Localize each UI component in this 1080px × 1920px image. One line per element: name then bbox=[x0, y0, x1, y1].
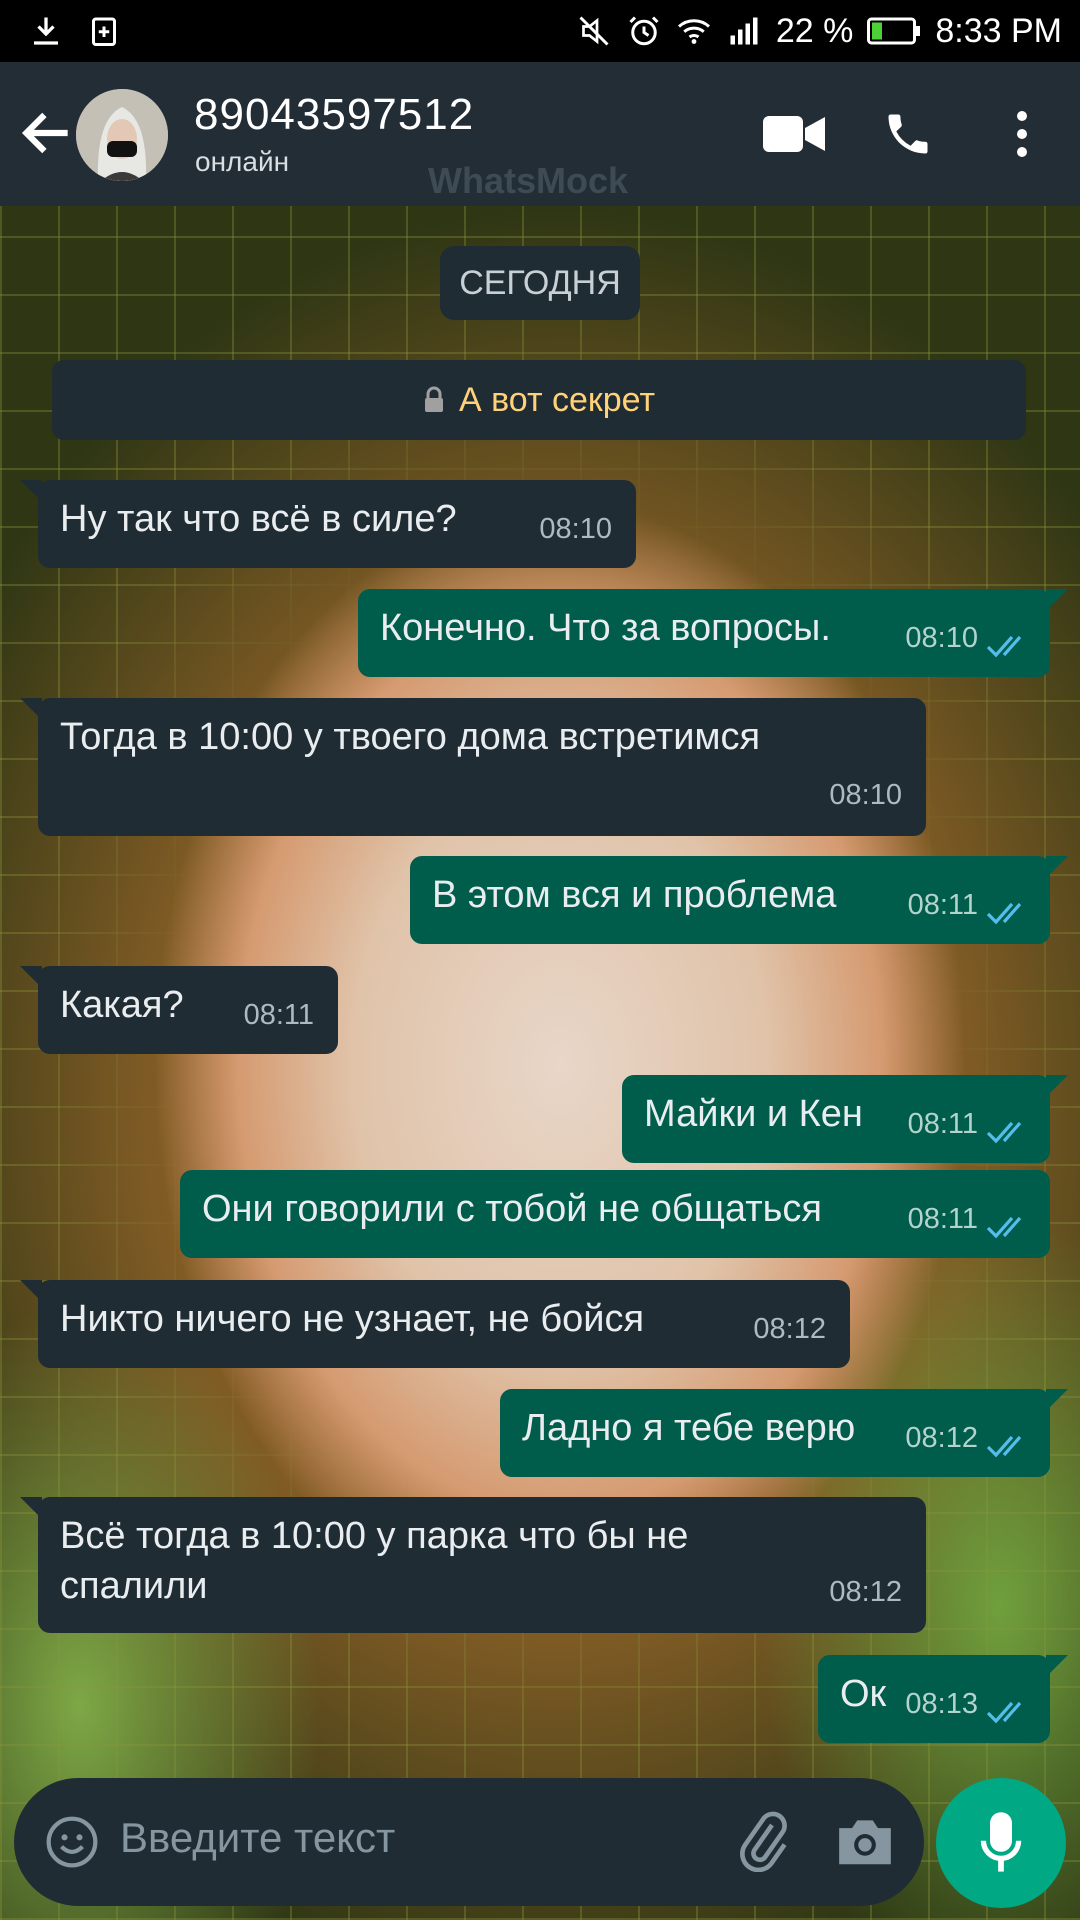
message-time: 08:11 bbox=[907, 1203, 978, 1235]
read-ticks-icon bbox=[986, 1121, 1022, 1144]
message-text: Ок bbox=[840, 1673, 887, 1715]
message-outgoing[interactable]: Конечно. Что за вопросы. 08:10 bbox=[358, 589, 1068, 677]
contact-status: онлайн bbox=[195, 146, 290, 177]
read-ticks-icon bbox=[986, 635, 1022, 658]
message-text: Ну так что всё в силе? bbox=[60, 498, 457, 540]
message-text: Всё тогда в 10:00 у парка что бы не спал… bbox=[60, 1515, 689, 1607]
message-time: 08:10 bbox=[829, 779, 902, 811]
download-icon bbox=[34, 17, 58, 45]
message-text: Конечно. Что за вопросы. bbox=[380, 607, 831, 649]
signal-icon bbox=[730, 17, 758, 45]
message-time: 08:12 bbox=[905, 1422, 978, 1454]
message-time: 08:10 bbox=[905, 622, 978, 654]
lock-icon bbox=[424, 386, 443, 412]
voice-record-button[interactable] bbox=[936, 1778, 1066, 1908]
chat-header: 89043597512 онлайн WhatsMock bbox=[0, 62, 1080, 206]
message-time: 08:11 bbox=[907, 889, 978, 921]
message-outgoing[interactable]: Они говорили с тобой не общаться 08:11 bbox=[180, 1170, 1050, 1258]
video-call-button[interactable] bbox=[758, 98, 830, 170]
message-outgoing[interactable]: Ладно я тебе верю 08:12 bbox=[500, 1389, 1068, 1477]
more-options-button[interactable] bbox=[986, 98, 1058, 170]
status-bar: 22 % 8:33 PM bbox=[0, 0, 1080, 62]
message-time: 08:12 bbox=[753, 1313, 826, 1345]
video-call-icon bbox=[763, 116, 825, 152]
message-text: Тогда в 10:00 у твоего дома встретимся bbox=[60, 716, 761, 758]
more-vert-icon bbox=[1017, 111, 1027, 157]
message-text: Какая? bbox=[60, 984, 184, 1026]
message-incoming[interactable]: Никто ничего не узнает, не бойся 08:12 bbox=[20, 1280, 850, 1368]
read-ticks-icon bbox=[986, 1701, 1022, 1724]
read-ticks-icon bbox=[986, 902, 1022, 925]
alarm-icon bbox=[629, 16, 659, 46]
message-time: 08:13 bbox=[905, 1688, 978, 1720]
message-text: В этом вся и проблема bbox=[432, 874, 837, 916]
message-incoming[interactable]: Тогда в 10:00 у твоего дома встретимся 0… bbox=[20, 698, 926, 836]
message-text: Они говорили с тобой не общаться bbox=[202, 1188, 822, 1230]
wifi-icon bbox=[677, 19, 710, 44]
encryption-banner-text: А вот секрет bbox=[458, 380, 656, 419]
emoji-icon[interactable] bbox=[44, 1814, 100, 1870]
voice-call-button[interactable] bbox=[872, 98, 944, 170]
encryption-banner[interactable]: А вот секрет bbox=[52, 360, 1026, 440]
phone-icon bbox=[888, 114, 928, 154]
message-time: 08:11 bbox=[243, 999, 314, 1031]
clock: 8:33 PM bbox=[935, 11, 1062, 50]
message-time: 08:12 bbox=[829, 1576, 902, 1608]
read-ticks-icon bbox=[986, 1216, 1022, 1239]
camera-icon[interactable] bbox=[834, 1812, 896, 1870]
message-incoming[interactable]: Ну так что всё в силе? 08:10 bbox=[20, 480, 636, 568]
add-box-icon bbox=[92, 17, 116, 46]
message-outgoing[interactable]: Майки и Кен 08:11 bbox=[622, 1075, 1068, 1163]
message-text: Майки и Кен bbox=[644, 1093, 863, 1135]
date-divider: СЕГОДНЯ bbox=[440, 246, 640, 320]
message-composer: Введите текст bbox=[14, 1778, 924, 1906]
mute-icon bbox=[579, 16, 609, 46]
battery-percent: 22 % bbox=[775, 11, 854, 50]
read-ticks-icon bbox=[986, 1435, 1022, 1458]
contact-name[interactable]: 89043597512 bbox=[194, 90, 474, 140]
watermark: WhatsMock bbox=[428, 160, 629, 201]
battery-icon bbox=[867, 17, 921, 45]
avatar[interactable] bbox=[76, 89, 168, 181]
back-arrow-icon[interactable] bbox=[16, 102, 78, 164]
message-outgoing[interactable]: Ок 08:13 bbox=[818, 1655, 1068, 1743]
message-time: 08:11 bbox=[907, 1108, 978, 1140]
message-time: 08:10 bbox=[539, 513, 612, 545]
attach-icon[interactable] bbox=[732, 1810, 794, 1872]
message-input[interactable]: Введите текст bbox=[120, 1814, 395, 1862]
message-incoming[interactable]: Какая? 08:11 bbox=[20, 966, 338, 1054]
message-incoming[interactable]: Всё тогда в 10:00 у парка что бы не спал… bbox=[20, 1497, 926, 1633]
message-text: Ладно я тебе верю bbox=[522, 1407, 856, 1449]
message-outgoing[interactable]: В этом вся и проблема 08:11 bbox=[410, 856, 1068, 944]
mic-icon bbox=[980, 1812, 1022, 1872]
message-text: Никто ничего не узнает, не бойся bbox=[60, 1298, 645, 1340]
